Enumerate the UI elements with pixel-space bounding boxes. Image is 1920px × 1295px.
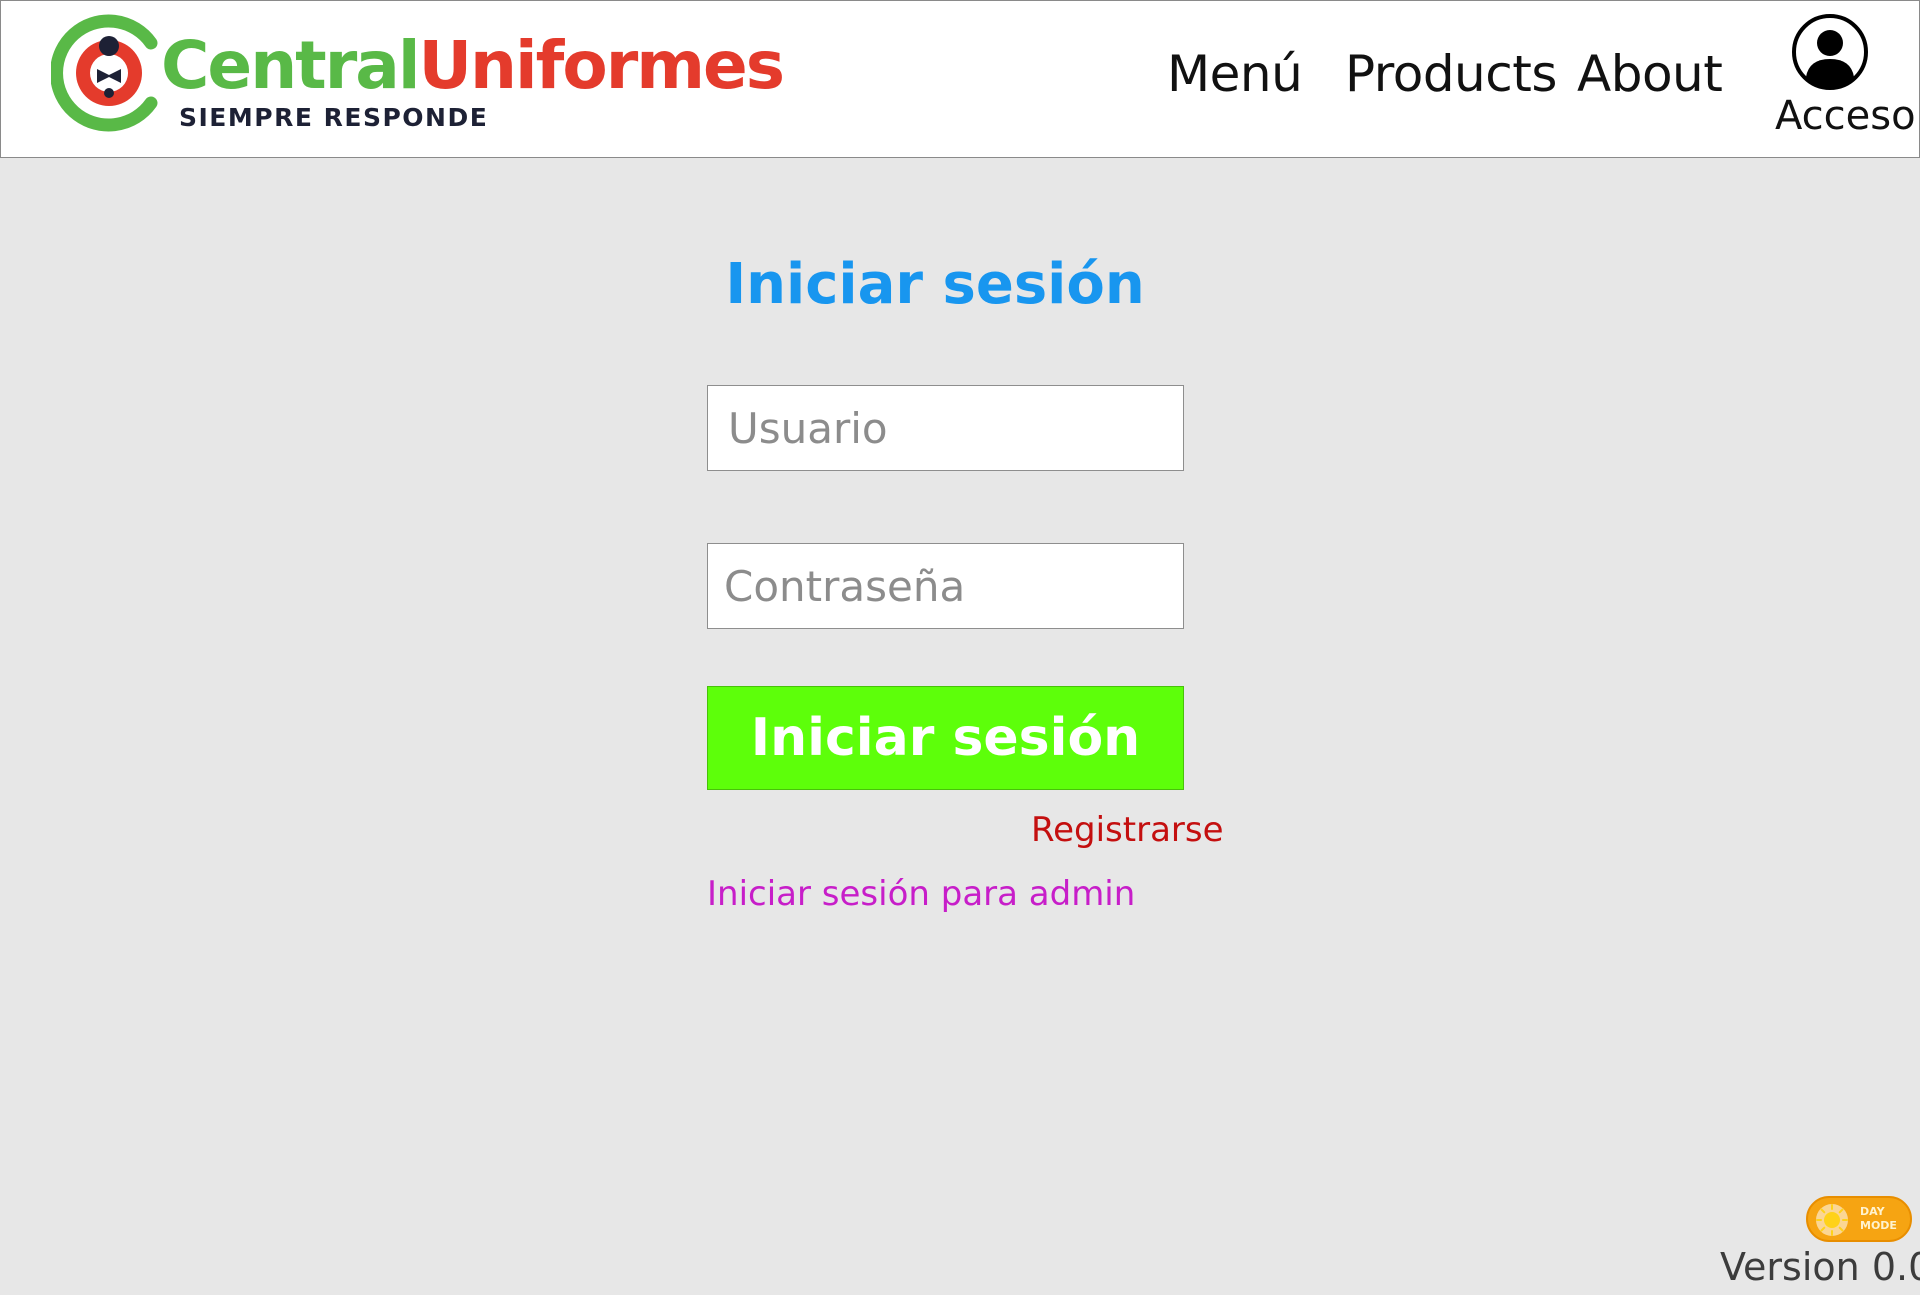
logo-word-central: Central [161,27,420,104]
day-mode-label: DAY MODE [1860,1205,1910,1233]
password-input[interactable] [707,543,1184,629]
brand-logo[interactable]: CentralUniformes SIEMPRE RESPONDE [51,13,785,138]
day-mode-line2: MODE [1860,1219,1897,1232]
login-button[interactable]: Iniciar sesión [707,686,1184,790]
sun-icon [1816,1204,1848,1236]
logo-wordmark: CentralUniformes [161,33,785,99]
logo-mark-icon [51,14,158,132]
version-label: Version 0.01 [1720,1245,1920,1289]
page-title: Iniciar sesión [725,252,1145,317]
day-mode-toggle[interactable]: DAY MODE [1806,1196,1912,1242]
day-mode-line1: DAY [1860,1205,1885,1218]
access-label: Acceso [1775,93,1916,139]
nav-about-link[interactable]: About [1577,45,1723,103]
register-link[interactable]: Registrarse [1031,810,1224,850]
logo-word-uniformes: Uniformes [418,27,785,104]
nav-menu-link[interactable]: Menú [1167,45,1303,103]
admin-login-link[interactable]: Iniciar sesión para admin [707,874,1135,914]
logo-tagline: SIEMPRE RESPONDE [179,103,489,132]
user-circle-icon [1792,14,1868,90]
username-input[interactable] [707,385,1184,471]
nav-products-link[interactable]: Products [1345,45,1557,103]
access-button[interactable]: Acceso [1769,11,1916,141]
top-header: CentralUniformes SIEMPRE RESPONDE Menú P… [0,0,1920,158]
